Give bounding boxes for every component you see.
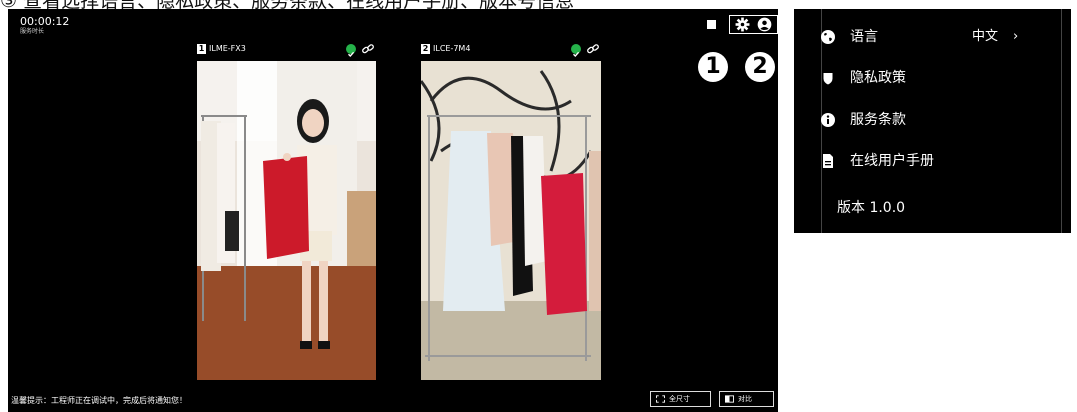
timer-label: 服务时长 <box>20 28 45 35</box>
menu-item-manual-label: 在线用户手册 <box>850 153 934 169</box>
menu-item-language[interactable]: 语言 中文 › <box>804 21 1029 53</box>
link-icon[interactable] <box>361 42 375 56</box>
service-timer: 00:00:12 服务时长 <box>20 15 69 35</box>
status-hint: 温馨提示：工程师正在调试中，完成后将通知您！ <box>11 396 187 405</box>
callout-2: 2 <box>745 52 775 82</box>
expand-icon <box>656 395 665 403</box>
menu-edge-right <box>1062 9 1071 233</box>
shield-icon <box>823 73 833 85</box>
menu-item-user-manual[interactable]: 在线用户手册 <box>804 145 1029 177</box>
compare-button[interactable]: 对比 <box>719 391 774 407</box>
top-controls <box>703 14 778 36</box>
camera-1-name: ILME-FX3 <box>209 44 246 53</box>
version-info: 版本 1.0.0 <box>837 200 906 216</box>
compare-icon <box>725 395 734 403</box>
timer-value: 00:00:12 <box>20 15 70 28</box>
info-icon <box>821 113 835 127</box>
camera-2-preview[interactable] <box>421 61 601 380</box>
menu-item-privacy-policy[interactable]: 隐私政策 <box>804 62 1029 94</box>
link-icon[interactable] <box>586 42 600 56</box>
compare-label: 对比 <box>738 395 752 403</box>
camera-1-index: 1 <box>197 44 206 54</box>
menu-item-terms-label: 服务条款 <box>850 112 906 128</box>
fullsize-button[interactable]: 全尺寸 <box>650 391 711 407</box>
camera-2-index: 2 <box>421 44 430 54</box>
document-icon <box>823 154 833 168</box>
settings-menu: 语言 中文 › 隐私政策 服务条款 在线用户手册 版本 1.0.0 <box>794 9 1071 233</box>
user-icon[interactable] <box>757 17 772 32</box>
camera-2-header: 2 ILCE-7M4 <box>421 42 601 58</box>
fullsize-label: 全尺寸 <box>669 395 690 403</box>
check-circle-icon <box>346 44 356 58</box>
menu-item-terms[interactable]: 服务条款 <box>804 104 1029 136</box>
menu-item-privacy-label: 隐私政策 <box>850 70 906 86</box>
callout-1: 1 <box>698 52 728 82</box>
check-circle-icon <box>571 44 581 58</box>
camera-app-panel: 00:00:12 服务时长 1 2 1 ILME-FX3 2 ILCE-7M4 … <box>8 9 778 412</box>
camera-1-header: 1 ILME-FX3 <box>197 42 377 58</box>
chevron-right-icon: › <box>1013 29 1019 44</box>
camera-2-name: ILCE-7M4 <box>433 44 471 53</box>
stop-button[interactable] <box>707 20 716 29</box>
camera-1-preview[interactable] <box>197 61 376 380</box>
gear-icon[interactable] <box>735 17 750 32</box>
globe-icon <box>821 30 835 44</box>
language-value: 中文 <box>972 29 999 44</box>
menu-item-language-label: 语言 <box>850 29 878 45</box>
